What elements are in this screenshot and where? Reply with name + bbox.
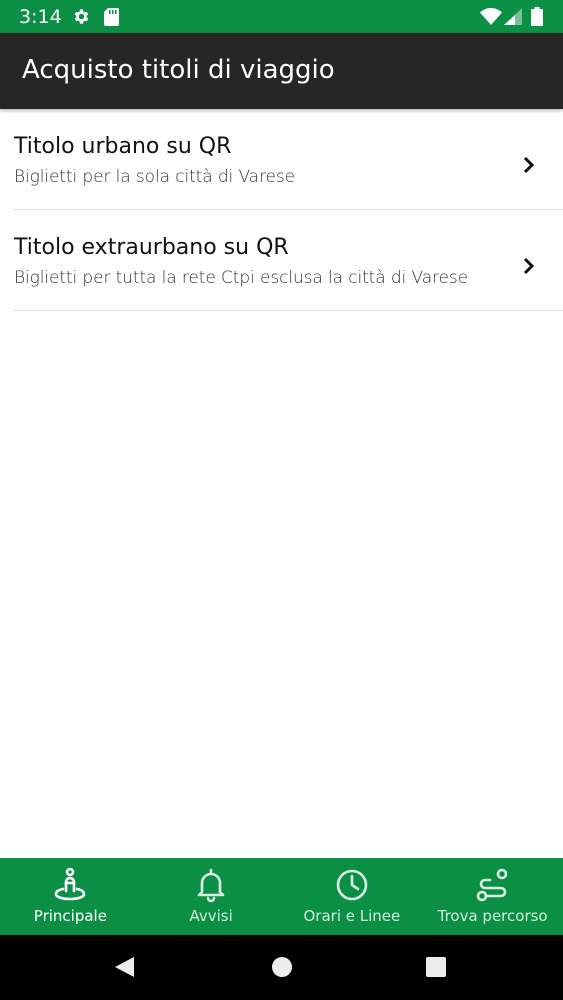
list-item-urban-ticket[interactable]: Titolo urbano su QR Biglietti per la sol… <box>13 109 563 210</box>
nav-label: Trova percorso <box>437 907 548 925</box>
clock-icon <box>336 869 368 901</box>
bottom-navigation: Principale Avvisi Orari e Linee Trova pe… <box>0 858 563 935</box>
list-item-title: Titolo urbano su QR <box>14 134 232 159</box>
gear-icon <box>74 9 89 24</box>
nav-item-orari-e-linee[interactable]: Orari e Linee <box>282 858 423 935</box>
battery-icon <box>531 7 543 26</box>
signal-icon <box>504 8 522 25</box>
system-navigation-bar <box>0 935 563 1000</box>
sd-card-icon <box>104 8 119 26</box>
list-item-subtitle: Biglietti per la sola città di Varese <box>14 167 295 187</box>
nav-item-avvisi[interactable]: Avvisi <box>141 858 282 935</box>
status-time: 3:14 <box>19 6 62 28</box>
nav-label: Principale <box>33 907 107 925</box>
nav-item-principale[interactable]: Principale <box>0 858 141 935</box>
list-item-subtitle: Biglietti per tutta la rete Ctpi esclusa… <box>14 268 468 288</box>
home-icon[interactable] <box>271 956 293 978</box>
nav-label: Avvisi <box>189 907 233 925</box>
person-location-icon <box>55 867 86 901</box>
recents-icon[interactable] <box>426 957 446 977</box>
bell-icon <box>197 868 225 903</box>
chevron-right-icon <box>523 257 535 275</box>
wifi-icon <box>480 8 502 25</box>
page-title: Acquisto titoli di viaggio <box>22 55 335 85</box>
ticket-type-list: Titolo urbano su QR Biglietti per la sol… <box>0 109 563 311</box>
list-item-extraurban-ticket[interactable]: Titolo extraurbano su QR Biglietti per t… <box>13 210 563 311</box>
chevron-right-icon <box>523 156 535 174</box>
status-bar: 3:14 <box>0 0 563 33</box>
list-item-title: Titolo extraurbano su QR <box>14 235 289 260</box>
route-icon <box>476 868 507 902</box>
app-bar: Acquisto titoli di viaggio <box>0 33 563 109</box>
nav-item-trova-percorso[interactable]: Trova percorso <box>422 858 563 935</box>
back-icon[interactable] <box>113 956 135 978</box>
nav-label: Orari e Linee <box>303 907 401 925</box>
